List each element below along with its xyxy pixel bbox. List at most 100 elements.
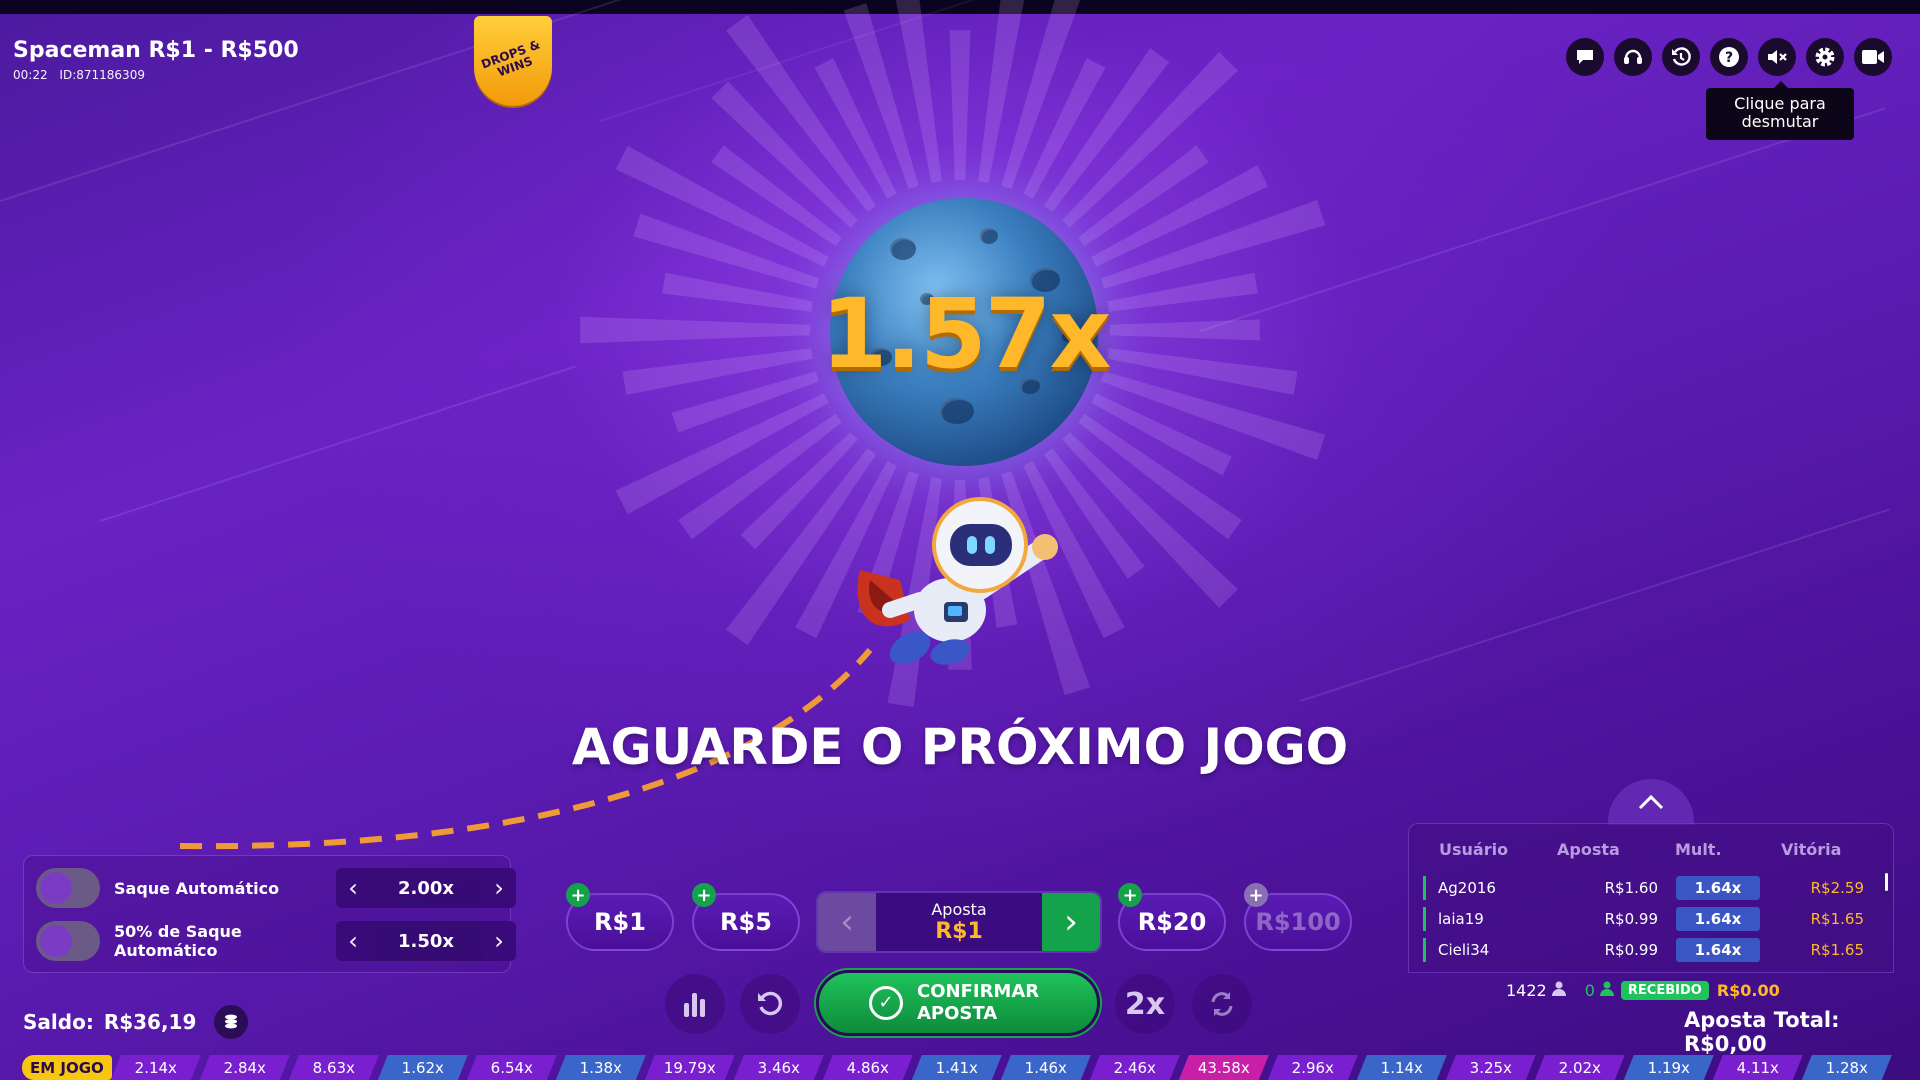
chip-label: R$1 [594, 908, 646, 936]
undo-icon[interactable] [740, 974, 800, 1034]
plus-icon[interactable]: + [1118, 883, 1142, 907]
row-win: R$1.65 [1810, 941, 1864, 959]
history-item[interactable]: 2.14x [111, 1055, 201, 1080]
row-user: laia19 [1438, 910, 1484, 928]
history-item[interactable]: 1.62x [378, 1055, 468, 1080]
decrease-bet-button[interactable]: ‹ [818, 893, 876, 951]
double-bet-label: 2x [1124, 986, 1166, 1022]
history-item[interactable]: 4.86x [823, 1055, 913, 1080]
history-item[interactable]: 1.28x [1802, 1055, 1892, 1080]
history-item[interactable]: 19.79x [645, 1055, 735, 1080]
confirm-bet-button[interactable]: ✓ CONFIRMAR APOSTA [816, 970, 1100, 1036]
history-item[interactable]: 1.19x [1624, 1055, 1714, 1080]
total-bet-label: Aposta Total: [1684, 1008, 1840, 1032]
live-bets-panel: Usuário Aposta Mult. Vitória Ag2016 R$1.… [1408, 823, 1894, 973]
chip-5[interactable]: + R$5 [692, 883, 800, 951]
history-item[interactable]: 8.63x [289, 1055, 379, 1080]
history-item[interactable]: 6.54x [467, 1055, 557, 1080]
increase-bet-button[interactable]: › [1042, 893, 1100, 951]
auto-cashout-value[interactable]: 2.00x [370, 878, 482, 899]
total-bet-value: R$0,00 [1684, 1032, 1767, 1056]
bet-display: Aposta R$1 [876, 900, 1042, 944]
half-cashout-stepper: ‹ 1.50x › [336, 921, 516, 961]
game-canvas: Spaceman R$1 - R$500 00:22 ID:871186309 … [0, 0, 1920, 1080]
col-win: Vitória [1781, 840, 1842, 859]
plus-icon[interactable]: + [566, 883, 590, 907]
history-item[interactable]: 1.41x [912, 1055, 1002, 1080]
row-win: R$2.59 [1810, 879, 1864, 897]
astronaut [857, 497, 1058, 665]
auto-cashout-row: Saque Automático ‹ 2.00x › [36, 868, 516, 908]
auto-cashout-toggle[interactable] [36, 868, 100, 908]
col-user: Usuário [1439, 840, 1509, 859]
table-row: laia19 R$0.99 1.64x R$1.65 [1423, 905, 1864, 933]
auto-cashout-stepper: ‹ 2.00x › [336, 868, 516, 908]
received-total: R$0.00 [1716, 980, 1780, 1000]
half-cashout-toggle[interactable] [36, 921, 100, 961]
plus-icon[interactable]: + [692, 883, 716, 907]
confirm-line1: CONFIRMAR [917, 981, 1040, 1002]
half-cashout-value[interactable]: 1.50x [370, 931, 482, 952]
table-row: Cieli34 R$0.99 1.64x R$1.65 [1423, 936, 1864, 964]
history-item[interactable]: 3.25x [1446, 1055, 1536, 1080]
history-strip: EM JOGO 2.14x 2.84x 8.63x 1.62x 6.54x 1.38x 19… [0, 1055, 1920, 1080]
plus-icon: + [1244, 883, 1268, 907]
auto-cashout-label: Saque Automático [114, 878, 280, 898]
wait-next-round-message: AGUARDE O PRÓXIMO JOGO [571, 718, 1349, 776]
history-item[interactable]: 1.46x [1001, 1055, 1091, 1080]
row-user: Cieli34 [1438, 941, 1490, 959]
bets-stats: 1422 0 RECEBIDO R$0.00 [1506, 980, 1780, 1000]
history-item[interactable]: 43.58x [1179, 1055, 1269, 1080]
player-count: 1422 [1506, 980, 1547, 1000]
row-mult: 1.64x [1676, 907, 1760, 931]
history-item[interactable]: 1.38x [556, 1055, 646, 1080]
bets-header: Usuário Aposta Mult. Vitória [1439, 840, 1841, 859]
table-row: Ag2016 R$1.60 1.64x R$2.59 [1423, 874, 1864, 902]
stats-icon[interactable] [665, 974, 725, 1034]
row-mult: 1.64x [1676, 938, 1760, 962]
balance: Saldo: R$36,19 [23, 1005, 249, 1039]
history-item[interactable]: 2.96x [1268, 1055, 1358, 1080]
chip-label: R$100 [1255, 908, 1341, 936]
row-amount: R$1.60 [1604, 879, 1658, 897]
chip-label: R$5 [720, 908, 772, 936]
bet-label: Aposta [931, 900, 987, 919]
chip-20[interactable]: + R$20 [1118, 883, 1226, 951]
chip-label: R$20 [1137, 908, 1207, 936]
chip-100[interactable]: + R$100 [1244, 883, 1352, 951]
total-bet: Aposta Total: R$0,00 [1684, 1008, 1920, 1056]
row-amount: R$0.99 [1604, 910, 1658, 928]
row-user: Ag2016 [1438, 879, 1496, 897]
history-item[interactable]: 2.46x [1090, 1055, 1180, 1080]
received-count: 0 [1584, 980, 1595, 1000]
chevron-right-icon[interactable]: › [482, 868, 516, 908]
double-bet-button[interactable]: 2x [1115, 974, 1175, 1034]
history-item[interactable]: 1.14x [1357, 1055, 1447, 1080]
chip-1[interactable]: + R$1 [566, 883, 674, 951]
in-play-badge: EM JOGO [22, 1055, 112, 1080]
chevron-left-icon[interactable]: ‹ [336, 921, 370, 961]
bet-amount-box: ‹ Aposta R$1 › [816, 891, 1102, 953]
coins-icon[interactable] [214, 1005, 249, 1039]
received-badge: RECEBIDO [1620, 980, 1709, 1000]
col-mult: Mult. [1675, 840, 1722, 859]
history-item[interactable]: 2.02x [1535, 1055, 1625, 1080]
row-win: R$1.65 [1810, 910, 1864, 928]
check-icon: ✓ [869, 986, 903, 1020]
user-icon [1599, 980, 1615, 1000]
user-icon [1551, 980, 1567, 1000]
chevron-left-icon[interactable]: ‹ [336, 868, 370, 908]
half-cashout-row: 50% de Saque Automático ‹ 1.50x › [36, 921, 516, 961]
history-item[interactable]: 4.11x [1713, 1055, 1803, 1080]
balance-label: Saldo: [23, 1010, 94, 1034]
bets-scrollbar[interactable] [1885, 873, 1888, 891]
balance-value: R$36,19 [103, 1010, 197, 1034]
row-mult: 1.64x [1676, 876, 1760, 900]
history-item[interactable]: 3.46x [734, 1055, 824, 1080]
row-amount: R$0.99 [1604, 941, 1658, 959]
chevron-right-icon[interactable]: › [482, 921, 516, 961]
repeat-icon[interactable] [1192, 974, 1252, 1034]
history-item[interactable]: 2.84x [200, 1055, 290, 1080]
auto-cashout-panel: Saque Automático ‹ 2.00x › 50% de Saque … [23, 855, 516, 973]
confirm-line2: APOSTA [917, 1003, 998, 1024]
